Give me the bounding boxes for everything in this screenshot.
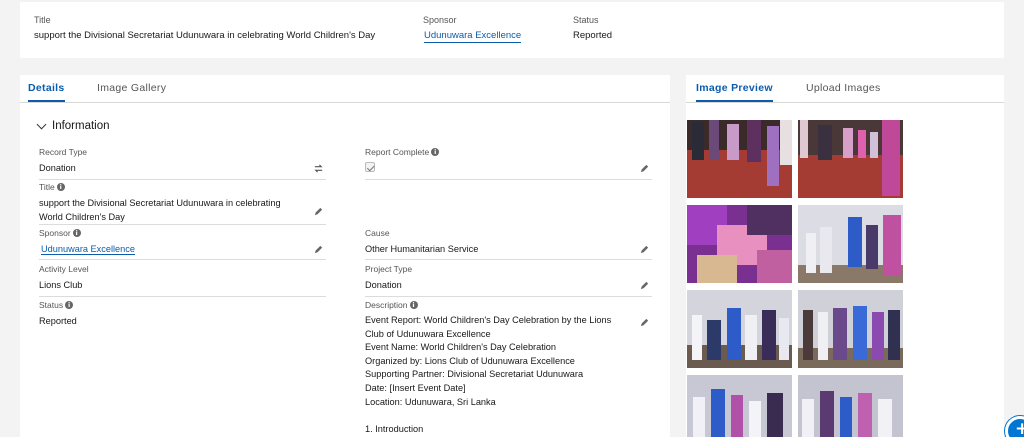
description-text: Event Report: World Children's Day Celeb… [365,314,652,436]
info-icon[interactable]: i [409,301,418,309]
tab-image-preview[interactable]: Image Preview [696,82,773,102]
info-icon[interactable]: i [72,229,81,237]
field-value: Donation [39,163,76,173]
details-card: Details Image Gallery Information Record… [20,75,670,437]
header-title-label: Title [34,15,51,25]
pencil-icon[interactable] [639,244,650,255]
gallery-image[interactable] [798,120,903,198]
field-value: Reported [39,316,77,326]
field-label: Report Complete [365,147,430,157]
info-icon[interactable]: i [56,183,65,191]
record-header: Title support the Divisional Secretariat… [20,2,1004,58]
swap-icon[interactable] [313,163,324,174]
image-preview-card: Image Preview Upload Images [686,75,1004,437]
description-line: Date: [Insert Event Date] [365,382,466,393]
header-sponsor-label: Sponsor [423,15,457,25]
header-sponsor-field: Sponsor Udunuwara Excellence [423,15,522,43]
field-label: Sponsor [39,228,71,238]
field-report-complete: Report Complete i [365,147,652,180]
header-status-label: Status [573,15,599,25]
field-description: Description i Event Report: World Childre… [365,300,652,437]
description-line: Event Name: World Children's Day Celebra… [365,342,557,353]
sponsor-link[interactable]: Udunuwara Excellence [41,244,135,255]
plus-icon[interactable] [1005,416,1024,437]
pencil-icon[interactable] [639,317,650,328]
gallery-image[interactable] [798,205,903,283]
field-value: Other Humanitarian Service [365,244,479,254]
header-status-value: Reported [573,30,613,41]
tab-image-gallery[interactable]: Image Gallery [97,82,166,100]
header-status-field: Status Reported [573,15,612,41]
gallery-image[interactable] [687,290,792,368]
field-status: Status i Reported [39,300,326,430]
section-information-toggle[interactable]: Information [36,119,110,132]
field-value: Donation [365,280,402,290]
field-activity-level: Activity Level Lions Club [39,264,326,297]
field-value: support the Divisional Secretariat Udunu… [39,198,281,222]
gallery-image[interactable] [798,290,903,368]
field-label: Project Type [365,264,413,274]
header-title-value: support the Divisional Secretariat Udunu… [34,30,376,41]
description-line: Event Report: World Children's Day Celeb… [365,315,612,325]
field-label: Activity Level [39,264,89,274]
description-line: Location: Udunuwara, Sri Lanka [365,396,496,407]
header-title-field: Title support the Divisional Secretariat… [34,15,375,41]
description-line [365,409,652,423]
gallery-image[interactable] [687,375,792,437]
header-sponsor-link[interactable]: Udunuwara Excellence [424,30,522,43]
field-label: Record Type [39,147,88,157]
chevron-down-icon [36,119,47,129]
pencil-icon[interactable] [313,244,324,255]
gallery-image[interactable] [687,120,792,198]
details-tabs: Details Image Gallery [20,75,670,103]
report-complete-checkbox [365,162,375,172]
description-line: 1. Introduction [365,423,424,434]
field-record-type: Record Type Donation [39,147,326,180]
field-value: Lions Club [39,280,83,290]
field-cause: Cause Other Humanitarian Service [365,228,652,260]
description-line: Club of Udunuwara Excellence [365,328,491,339]
section-title: Information [52,120,110,132]
field-sponsor: Sponsor i Udunuwara Excellence [39,228,326,260]
description-line: Supporting Partner: Divisional Secretari… [365,369,584,380]
field-title: Title i support the Divisional Secretaria… [39,182,326,225]
description-line: Organized by: Lions Club of Udunuwara Ex… [365,355,575,366]
info-icon[interactable]: i [431,148,440,156]
preview-tabs: Image Preview Upload Images [686,75,1004,103]
field-label: Description [365,300,408,310]
field-project-type: Project Type Donation [365,264,652,297]
field-label: Status [39,300,64,310]
pencil-icon[interactable] [639,280,650,291]
gallery-image[interactable] [798,375,903,437]
tab-details[interactable]: Details [28,82,65,102]
gallery-image[interactable] [687,205,792,283]
field-label: Cause [365,228,390,238]
tab-upload-images[interactable]: Upload Images [806,82,881,100]
pencil-icon[interactable] [639,163,650,174]
info-icon[interactable]: i [65,301,74,309]
pencil-icon[interactable] [313,206,324,217]
field-label: Title [39,182,55,192]
